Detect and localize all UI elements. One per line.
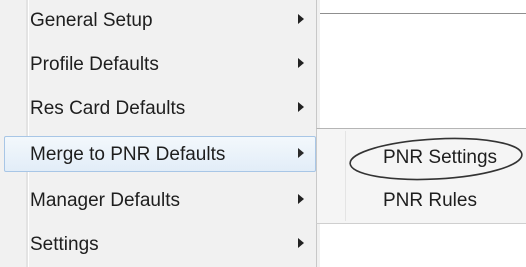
menu-item-label: Manager Defaults (30, 190, 180, 211)
menu-item-settings[interactable]: Settings (4, 226, 316, 262)
menu-item-label: Merge to PNR Defaults (30, 144, 226, 165)
submenu-arrow-icon (298, 58, 304, 68)
menu-item-general-setup[interactable]: General Setup (4, 2, 316, 38)
menu-item-profile-defaults[interactable]: Profile Defaults (4, 46, 316, 82)
submenu-merge-to-pnr-defaults: PNR Settings PNR Rules (316, 128, 526, 224)
menu-item-res-card-defaults[interactable]: Res Card Defaults (4, 90, 316, 126)
submenu-arrow-icon (298, 194, 304, 204)
submenu-item-pnr-settings[interactable]: PNR Settings (319, 139, 523, 175)
submenu-item-label: PNR Rules (383, 190, 477, 211)
submenu-arrow-icon (298, 238, 304, 248)
context-menu: General Setup Profile Defaults Res Card … (0, 0, 320, 267)
menu-item-manager-defaults[interactable]: Manager Defaults (4, 182, 316, 218)
menu-item-label: Settings (30, 234, 99, 255)
menu-item-label: Profile Defaults (30, 54, 159, 75)
window-edge-line (316, 13, 526, 14)
submenu-item-label: PNR Settings (383, 147, 498, 168)
submenu-arrow-icon (298, 148, 304, 158)
submenu-arrow-icon (298, 14, 304, 24)
submenu-item-pnr-rules[interactable]: PNR Rules (319, 182, 523, 218)
submenu-arrow-icon (298, 102, 304, 112)
menu-item-merge-to-pnr-defaults[interactable]: Merge to PNR Defaults (4, 136, 316, 172)
menu-item-label: General Setup (30, 10, 153, 31)
menu-item-label: Res Card Defaults (30, 98, 186, 119)
